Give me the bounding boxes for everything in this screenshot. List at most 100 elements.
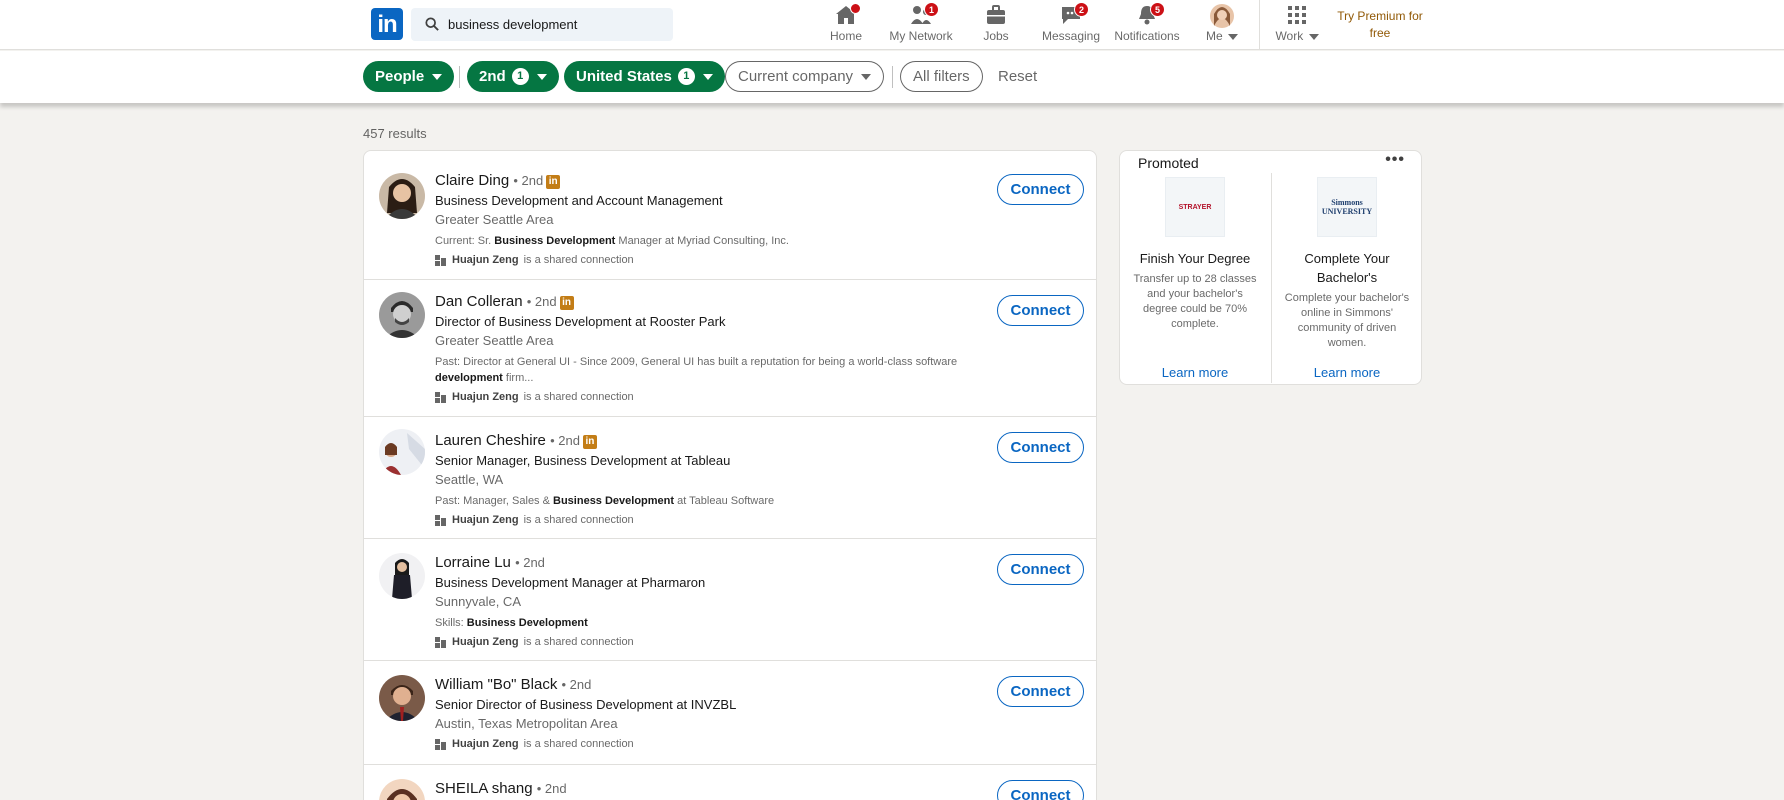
avatar[interactable] xyxy=(379,779,425,800)
premium-badge-icon: in xyxy=(582,435,597,449)
nav-divider xyxy=(1259,0,1260,50)
result-name[interactable]: Lauren Cheshire xyxy=(435,432,546,449)
nav-jobs-label: Jobs xyxy=(983,29,1009,43)
ad-title: Finish Your Degree xyxy=(1139,251,1251,266)
shared-connection[interactable]: Huajun Zeng is a shared connection xyxy=(435,389,965,405)
nav-me-label: Me xyxy=(1200,29,1244,43)
shared-connection[interactable]: Huajun Zeng is a shared connection xyxy=(435,512,935,528)
connect-button[interactable]: Connect xyxy=(997,174,1084,205)
avatar xyxy=(1210,4,1234,28)
filter-count-badge: 1 xyxy=(511,68,529,85)
filter-current-company[interactable]: Current company xyxy=(725,61,885,92)
result-location: Austin, Texas Metropolitan Area xyxy=(435,716,618,731)
connection-degree: • 2nd xyxy=(526,294,557,309)
filter-people-label: People xyxy=(375,68,425,85)
nav-me[interactable]: Me xyxy=(1200,4,1244,48)
connect-button[interactable]: Connect xyxy=(997,676,1084,707)
filter-count-badge: 1 xyxy=(677,68,695,85)
result-row: William "Bo" Black • 2nd Senior Director… xyxy=(364,661,1096,765)
results-list: Claire Ding • 2nd in Business Development… xyxy=(363,150,1097,800)
result-name[interactable]: Dan Colleran xyxy=(435,293,523,310)
nav-notifications-label: Notifications xyxy=(1114,29,1180,43)
avatar[interactable] xyxy=(379,429,425,475)
chevron-down-icon xyxy=(1308,34,1319,40)
nav-my-network[interactable]: 1 My Network xyxy=(886,2,956,48)
result-headline: Business Development Manager at Pharmaro… xyxy=(435,575,706,590)
premium-badge-icon: in xyxy=(546,175,561,189)
nav-my-network-label: My Network xyxy=(889,29,953,43)
ad-logo: Simmons UNIVERSITY xyxy=(1317,177,1377,237)
nav-work[interactable]: Work xyxy=(1272,4,1322,48)
avatar[interactable] xyxy=(379,173,425,219)
promoted-title: Promoted xyxy=(1138,155,1199,171)
result-location: Greater Seattle Area xyxy=(435,333,554,348)
result-name[interactable]: Claire Ding xyxy=(435,172,509,189)
filter-degree-label: 2nd xyxy=(479,68,506,85)
promoted-panel: Promoted ••• STRAYER Finish Your Degree … xyxy=(1119,150,1422,385)
people-icon xyxy=(435,637,446,648)
all-filters-label: All filters xyxy=(913,68,970,85)
people-icon xyxy=(435,255,446,266)
chevron-down-icon xyxy=(536,73,547,80)
network-badge: 1 xyxy=(924,2,939,17)
result-row: Dan Colleran • 2nd in Director of Busines… xyxy=(364,280,1096,417)
avatar[interactable] xyxy=(379,675,425,721)
filter-location[interactable]: United States 1 xyxy=(564,61,725,92)
avatar[interactable] xyxy=(379,292,425,338)
learn-more-link[interactable]: Learn more xyxy=(1272,365,1422,380)
all-filters-button[interactable]: All filters xyxy=(900,61,983,92)
result-name[interactable]: SHEILA shang xyxy=(435,780,533,797)
nav-work-label: Work xyxy=(1272,29,1322,43)
ad-card[interactable]: Simmons UNIVERSITY Complete Your Bachelo… xyxy=(1272,177,1422,351)
connect-button[interactable]: Connect xyxy=(997,780,1084,800)
result-location: Seattle, WA xyxy=(435,472,504,487)
result-headline: Senior Director of Business Development … xyxy=(435,697,737,712)
result-headline: Business Development and Account Managem… xyxy=(435,193,723,208)
shared-connection[interactable]: Huajun Zeng is a shared connection xyxy=(435,736,935,752)
premium-badge-icon: in xyxy=(559,296,574,310)
chevron-down-icon xyxy=(861,73,872,80)
briefcase-icon xyxy=(987,5,1005,24)
filter-connection-degree[interactable]: 2nd 1 xyxy=(467,61,559,92)
more-options-icon[interactable]: ••• xyxy=(1385,151,1405,169)
connection-degree: • 2nd xyxy=(561,677,592,692)
result-headline: Director of Business Development at Roos… xyxy=(435,314,726,329)
linkedin-logo[interactable]: in xyxy=(371,8,403,40)
ad-body: Complete your bachelor's online in Simmo… xyxy=(1284,292,1410,349)
notifications-badge: 5 xyxy=(1150,2,1165,17)
result-row: Lauren Cheshire • 2nd in Senior Manager, … xyxy=(364,417,1096,539)
nav-home[interactable]: Home xyxy=(826,3,866,48)
people-icon xyxy=(435,392,446,403)
search-box[interactable] xyxy=(411,8,673,41)
connection-degree: • 2nd xyxy=(513,173,544,188)
nav-messaging[interactable]: 2 Messaging xyxy=(1040,2,1102,48)
result-name[interactable]: Lorraine Lu xyxy=(435,554,511,571)
shared-connection[interactable]: Huajun Zeng is a shared connection xyxy=(435,634,935,650)
nav-home-label: Home xyxy=(829,29,862,43)
result-snippet: Past: Manager, Sales & Business Developm… xyxy=(435,495,775,507)
shared-connection[interactable]: Huajun Zeng is a shared connection xyxy=(435,252,935,268)
chevron-down-icon xyxy=(432,73,443,80)
result-location: Sunnyvale, CA xyxy=(435,594,521,609)
result-snippet: Current: Sr. Business Development Manage… xyxy=(435,235,789,247)
nav-jobs[interactable]: Jobs xyxy=(976,4,1016,48)
notification-dot xyxy=(850,3,861,14)
try-premium-link[interactable]: Try Premium for free xyxy=(1330,8,1430,42)
connect-button[interactable]: Connect xyxy=(997,432,1084,463)
ad-card[interactable]: STRAYER Finish Your Degree Transfer up t… xyxy=(1120,177,1270,332)
ad-body: Transfer up to 28 classes and your bache… xyxy=(1133,273,1257,330)
search-input[interactable] xyxy=(448,8,668,41)
filter-people[interactable]: People xyxy=(363,61,455,92)
avatar[interactable] xyxy=(379,553,425,599)
connection-degree: • 2nd xyxy=(536,781,567,796)
filter-location-label: United States xyxy=(576,68,672,85)
connect-button[interactable]: Connect xyxy=(997,295,1084,326)
people-icon xyxy=(435,515,446,526)
connect-button[interactable]: Connect xyxy=(997,554,1084,585)
result-name[interactable]: William "Bo" Black xyxy=(435,676,557,693)
nav-notifications[interactable]: 5 Notifications xyxy=(1112,2,1182,48)
learn-more-link[interactable]: Learn more xyxy=(1120,365,1270,380)
reset-button[interactable]: Reset xyxy=(998,61,1037,92)
grid-icon xyxy=(1288,6,1306,24)
connection-degree: • 2nd xyxy=(515,555,545,570)
